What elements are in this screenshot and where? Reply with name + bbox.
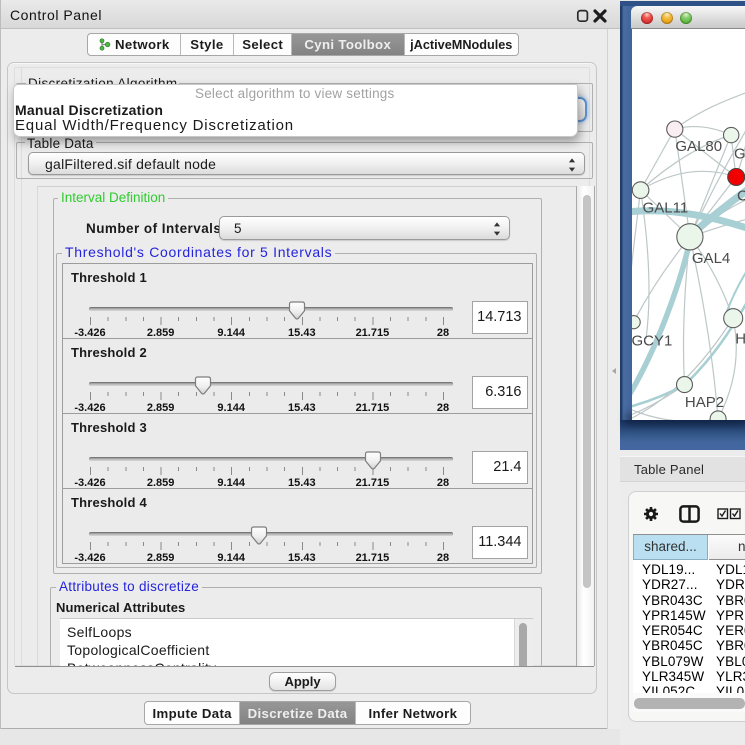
svg-text:H: H [735,330,745,347]
svg-text:C: C [737,188,745,205]
svg-text:GA: GA [734,145,745,162]
svg-text:GAL80: GAL80 [675,138,722,155]
svg-text:GCY1: GCY1 [632,332,672,349]
svg-text:HAP2: HAP2 [685,394,724,411]
svg-text:GAL11: GAL11 [643,200,689,217]
svg-text:GAL4: GAL4 [692,250,730,267]
